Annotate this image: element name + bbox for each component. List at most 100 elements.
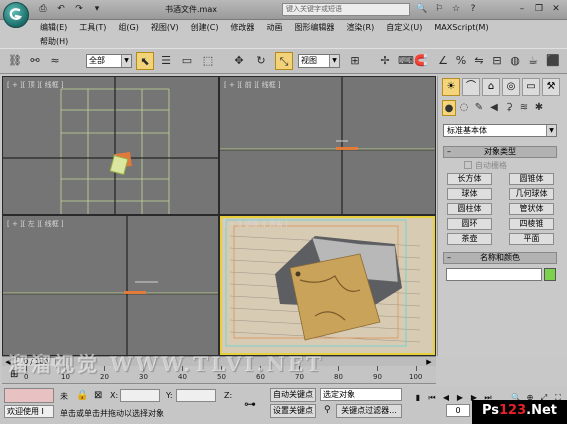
shapes-icon[interactable]: ◌ bbox=[457, 100, 471, 116]
hierarchy-tab-icon[interactable]: ⌂ bbox=[482, 78, 500, 96]
material-editor-icon[interactable]: ◍ bbox=[506, 52, 524, 70]
lights-icon[interactable]: ✎ bbox=[472, 100, 486, 116]
geometry-icon[interactable]: ● bbox=[442, 100, 456, 116]
modify-tab-icon[interactable]: ⌒ bbox=[462, 78, 480, 96]
pivot-center-icon[interactable]: ⊞ bbox=[346, 52, 364, 70]
select-and-link-icon[interactable]: ⛓ bbox=[6, 52, 24, 70]
select-and-rotate-icon[interactable]: ↻ bbox=[252, 52, 270, 70]
angle-snap-icon[interactable]: ∠ bbox=[434, 52, 452, 70]
menu-modifiers[interactable]: 修改器 bbox=[230, 22, 254, 33]
sphere-button[interactable]: 球体 bbox=[447, 188, 492, 200]
window-crossing-icon[interactable]: ⬚ bbox=[199, 52, 217, 70]
tube-button[interactable]: 管状体 bbox=[509, 203, 554, 215]
align-icon[interactable]: ⊟ bbox=[488, 52, 506, 70]
viewport-label[interactable]: [ + ][ 透视 ][ 真实 ] bbox=[224, 219, 288, 229]
select-and-scale-icon[interactable]: ⤡ bbox=[275, 52, 293, 70]
create-tab-icon[interactable]: ☀ bbox=[442, 78, 460, 96]
object-type-rollout[interactable]: – 对象类型 bbox=[443, 146, 557, 158]
minimize-button[interactable]: – bbox=[514, 3, 530, 16]
curve-editor-icon[interactable]: ⊞ bbox=[10, 369, 18, 380]
help-icon[interactable]: ? bbox=[466, 3, 480, 16]
plane-button[interactable]: 平面 bbox=[509, 233, 554, 245]
menu-customize[interactable]: 自定义(U) bbox=[386, 22, 422, 33]
previous-key-icon[interactable]: ◀ bbox=[440, 392, 452, 404]
autogrid-checkbox[interactable]: 自动栅格 bbox=[464, 160, 507, 171]
rectangular-selection-icon[interactable]: ▭ bbox=[178, 52, 196, 70]
selection-filter-dropdown[interactable]: 全部 ▼ bbox=[86, 54, 132, 68]
box-button[interactable]: 长方体 bbox=[447, 173, 492, 185]
select-by-name-icon[interactable]: ☰ bbox=[157, 52, 175, 70]
track-bar[interactable]: ⊞ 0 10 20 30 40 50 60 70 80 90 100 bbox=[2, 366, 436, 384]
render-setup-icon[interactable]: ☕ bbox=[524, 52, 542, 70]
x-coordinate-field[interactable] bbox=[120, 389, 160, 402]
selection-lock-icon[interactable]: 🔒 bbox=[76, 390, 88, 401]
quick-access-dropdown-icon[interactable]: ▾ bbox=[90, 3, 104, 16]
viewport-top[interactable]: [ + ][ 顶 ][ 线框 ] bbox=[3, 77, 218, 214]
utilities-tab-icon[interactable]: ⚒ bbox=[542, 78, 560, 96]
render-frame-icon[interactable]: ⬛ bbox=[544, 52, 562, 70]
subscription-icon[interactable]: ⚐ bbox=[432, 3, 446, 16]
set-key-button[interactable]: 设置关键点 bbox=[270, 404, 316, 418]
restore-button[interactable]: ❐ bbox=[531, 3, 547, 16]
mirror-icon[interactable]: ⇋ bbox=[470, 52, 488, 70]
maxscript-listener-mini[interactable] bbox=[4, 388, 54, 403]
menu-tools[interactable]: 工具(T) bbox=[79, 22, 106, 33]
pyramid-button[interactable]: 四棱锥 bbox=[509, 218, 554, 230]
select-object-icon[interactable]: ⬉ bbox=[136, 52, 154, 70]
display-tab-icon[interactable]: ▭ bbox=[522, 78, 540, 96]
menu-help[interactable]: 帮助(H) bbox=[40, 36, 68, 47]
unlink-icon[interactable]: ⚯ bbox=[26, 52, 44, 70]
key-filters-button[interactable]: 关键点过滤器... bbox=[336, 404, 402, 418]
set-key-toggle-icon[interactable]: ▮ bbox=[412, 392, 424, 404]
menu-rendering[interactable]: 渲染(R) bbox=[346, 22, 374, 33]
search-input[interactable]: 键入关键字或短语 bbox=[282, 3, 410, 16]
menu-graph-editors[interactable]: 图形编辑器 bbox=[294, 22, 334, 33]
cameras-icon[interactable]: ◀ bbox=[487, 100, 501, 116]
key-mode-dropdown[interactable]: 选定对象 bbox=[320, 388, 402, 401]
viewport-perspective[interactable]: [ + ][ 透视 ][ 真实 ] bbox=[220, 216, 435, 355]
go-to-start-icon[interactable]: ⏮ bbox=[426, 392, 438, 404]
snaps-toggle-icon[interactable]: 🧲 bbox=[412, 52, 430, 70]
cone-button[interactable]: 圆锥体 bbox=[509, 173, 554, 185]
undo-icon[interactable]: ↶ bbox=[54, 3, 68, 16]
bind-space-warp-icon[interactable]: ≈ bbox=[46, 52, 64, 70]
systems-icon[interactable]: ✱ bbox=[532, 100, 546, 116]
object-color-swatch[interactable] bbox=[544, 268, 556, 281]
teapot-button[interactable]: 茶壶 bbox=[447, 233, 492, 245]
auto-key-button[interactable]: 自动关键点 bbox=[270, 388, 316, 402]
select-and-manipulate-icon[interactable]: ✢ bbox=[376, 52, 394, 70]
key-icon[interactable]: ⊶ bbox=[244, 397, 256, 411]
menu-animation[interactable]: 动画 bbox=[266, 22, 282, 33]
reference-coordinate-dropdown[interactable]: 视图 ▼ bbox=[298, 54, 340, 68]
object-name-field[interactable] bbox=[446, 268, 542, 281]
current-frame-field[interactable]: 0 bbox=[446, 404, 470, 417]
menu-edit[interactable]: 编辑(E) bbox=[40, 22, 67, 33]
select-and-move-icon[interactable]: ✥ bbox=[230, 52, 248, 70]
close-button[interactable]: ✕ bbox=[548, 3, 564, 16]
application-button[interactable] bbox=[3, 2, 29, 28]
cylinder-button[interactable]: 圆柱体 bbox=[447, 203, 492, 215]
object-category-dropdown[interactable]: 标准基本体 ▼ bbox=[443, 124, 557, 137]
helpers-icon[interactable]: ⚳ bbox=[502, 100, 516, 116]
absolute-mode-icon[interactable]: ⊠ bbox=[94, 390, 102, 401]
viewport-label[interactable]: [ + ][ 前 ][ 线框 ] bbox=[224, 80, 281, 90]
viewport-left[interactable]: [ + ][ 左 ][ 线框 ] bbox=[3, 216, 218, 355]
play-icon[interactable]: ▶ bbox=[454, 392, 466, 404]
viewport-label[interactable]: [ + ][ 左 ][ 线框 ] bbox=[7, 219, 64, 229]
menu-group[interactable]: 组(G) bbox=[118, 22, 138, 33]
save-icon[interactable]: ⎙ bbox=[36, 3, 50, 16]
percent-snap-icon[interactable]: % bbox=[452, 52, 470, 70]
favorites-icon[interactable]: ☆ bbox=[449, 3, 463, 16]
menu-views[interactable]: 视图(V) bbox=[151, 22, 179, 33]
space-warps-icon[interactable]: ≋ bbox=[517, 100, 531, 116]
search-icon[interactable]: 🔍 bbox=[415, 3, 429, 16]
name-and-color-rollout[interactable]: – 名称和颜色 bbox=[443, 252, 557, 264]
geosphere-button[interactable]: 几何球体 bbox=[509, 188, 554, 200]
redo-icon[interactable]: ↷ bbox=[72, 3, 86, 16]
menu-create[interactable]: 创建(C) bbox=[191, 22, 219, 33]
motion-tab-icon[interactable]: ◎ bbox=[502, 78, 520, 96]
viewport-front[interactable]: [ + ][ 前 ][ 线框 ] bbox=[220, 77, 435, 214]
viewport-label[interactable]: [ + ][ 顶 ][ 线框 ] bbox=[7, 80, 64, 90]
time-slider[interactable]: ◀ 0 / 100 ▶ bbox=[2, 356, 436, 367]
y-coordinate-field[interactable] bbox=[176, 389, 216, 402]
